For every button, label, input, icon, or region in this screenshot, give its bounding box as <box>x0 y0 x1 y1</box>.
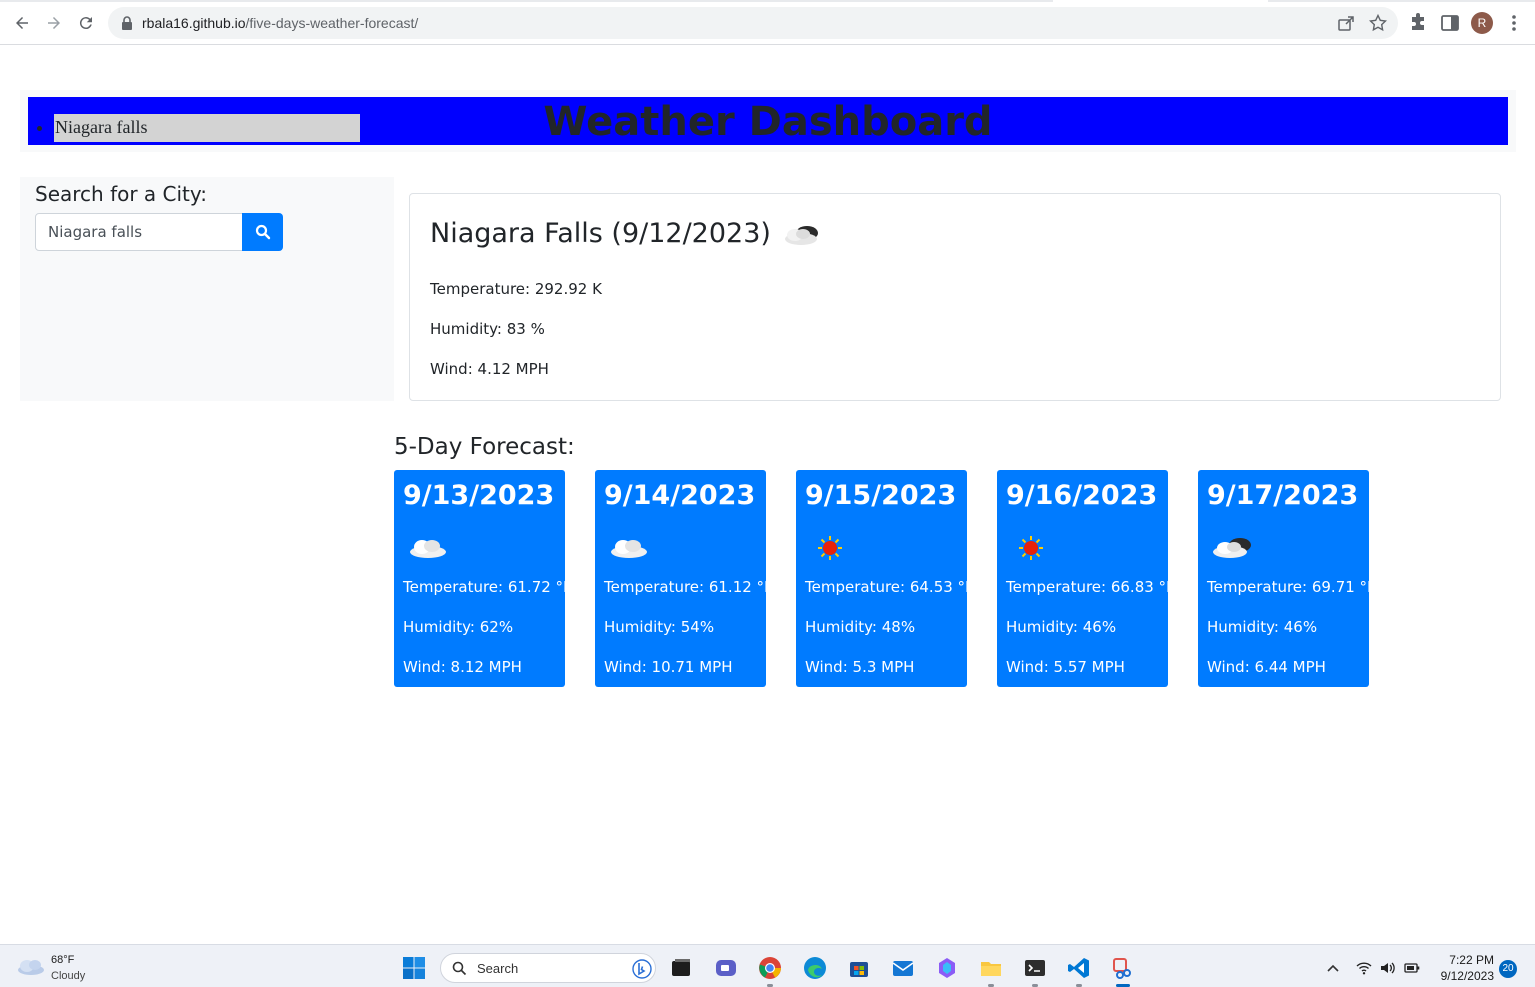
bookmark-star-icon[interactable] <box>1369 14 1387 32</box>
taskbar-weather-condition: Cloudy <box>51 970 86 982</box>
url-text: rbala16.github.io/five-days-weather-fore… <box>142 15 418 31</box>
sun-icon <box>1019 536 1043 560</box>
current-weather-card: Niagara Falls (9/12/2023) Temperature: 2… <box>409 193 1501 401</box>
bing-icon[interactable] <box>632 959 652 979</box>
address-bar[interactable]: rbala16.github.io/five-days-weather-fore… <box>108 7 1398 39</box>
notification-badge[interactable]: 20 <box>1499 960 1517 978</box>
current-weather-title: Niagara Falls (9/12/2023) <box>430 218 823 249</box>
windows-start-icon[interactable] <box>403 957 425 979</box>
cloud-icon <box>410 540 446 558</box>
forecast-wind: Wind: 8.12 MPH <box>403 658 522 676</box>
forecast-temperature: Temperature: 61.72 °F <box>403 578 572 596</box>
search-panel: Search for a City: Niagara falls <box>20 177 394 401</box>
cloud-dark-icon <box>1213 538 1251 558</box>
taskbar-search-icon <box>452 961 467 976</box>
forecast-card: 9/13/2023 Temperature: 61.72 °F Humidity… <box>394 470 572 687</box>
forecast-temperature: Temperature: 69.71 °F <box>1207 578 1376 596</box>
forecast-wind: Wind: 5.57 MPH <box>1006 658 1125 676</box>
snipping-tool-icon[interactable] <box>1111 956 1135 980</box>
forecast-card: 9/15/2023 Temperature: 64.53 °F Humidity… <box>796 470 974 687</box>
extensions-puzzle-icon[interactable] <box>1408 13 1428 33</box>
file-explorer-icon[interactable] <box>979 956 1003 980</box>
forecast-humidity: Humidity: 48% <box>805 618 916 636</box>
forecast-temperature: Temperature: 66.83 °F <box>1006 578 1175 596</box>
forecast-date: 9/13/2023 <box>403 480 555 511</box>
forecast-humidity: Humidity: 46% <box>1006 618 1117 636</box>
history-item[interactable]: Niagara falls <box>54 114 360 142</box>
forecast-date: 9/16/2023 <box>1006 480 1158 511</box>
current-city-date: Niagara Falls (9/12/2023) <box>430 218 771 249</box>
current-wind: Wind: 4.12 MPH <box>430 360 549 378</box>
forecast-date: 9/17/2023 <box>1207 480 1359 511</box>
clock-time[interactable]: 7:22 PM <box>1448 953 1494 967</box>
city-search-input[interactable]: Niagara falls <box>35 213 243 251</box>
arrow-right-icon <box>48 17 60 29</box>
forecast-humidity: Humidity: 46% <box>1207 618 1318 636</box>
taskbar: 68°F Cloudy Search 7:22 PM 9/12/2023 20 <box>0 944 1535 987</box>
teams-chat-icon[interactable] <box>714 956 738 980</box>
current-humidity: Humidity: 83 % <box>430 320 545 338</box>
wifi-icon[interactable] <box>1356 961 1372 975</box>
back-button[interactable] <box>10 11 34 35</box>
taskbar-search-label: Search <box>477 961 519 976</box>
browser-toolbar: rbala16.github.io/five-days-weather-fore… <box>0 0 1535 45</box>
search-icon <box>255 224 270 240</box>
taskbar-search-box[interactable]: Search <box>440 953 656 983</box>
volume-icon[interactable] <box>1380 961 1396 975</box>
forecast-card: 9/14/2023 Temperature: 61.12 °F Humidity… <box>595 470 773 687</box>
copilot-icon[interactable] <box>935 956 959 980</box>
taskbar-cloud-icon[interactable] <box>16 956 46 976</box>
forecast-card: 9/17/2023 Temperature: 69.71 °F Humidity… <box>1198 470 1376 687</box>
share-icon[interactable] <box>1337 14 1355 32</box>
task-view-icon[interactable] <box>669 956 693 980</box>
clock-date[interactable]: 9/12/2023 <box>1436 969 1494 983</box>
store-icon[interactable] <box>847 956 871 980</box>
search-history-list: Niagara falls <box>36 114 360 142</box>
forecast-humidity: Humidity: 54% <box>604 618 715 636</box>
chevron-up-icon[interactable] <box>1325 961 1341 975</box>
search-label: Search for a City: <box>35 182 208 206</box>
cloud-icon <box>611 540 647 558</box>
forecast-date: 9/14/2023 <box>604 480 756 511</box>
lock-icon <box>122 16 132 30</box>
forecast-wind: Wind: 10.71 MPH <box>604 658 733 676</box>
url-path: /five-days-weather-forecast/ <box>245 15 419 31</box>
forecast-wind: Wind: 6.44 MPH <box>1207 658 1326 676</box>
forecast-date: 9/15/2023 <box>805 480 957 511</box>
taskbar-weather-temp: 68°F <box>51 954 75 966</box>
cloud-sun-icon <box>784 225 818 245</box>
reload-button[interactable] <box>74 11 98 35</box>
reload-icon <box>79 17 92 30</box>
arrow-left-icon <box>16 17 28 29</box>
terminal-icon[interactable] <box>1023 956 1047 980</box>
sun-icon <box>818 536 842 560</box>
forecast-temperature: Temperature: 64.53 °F <box>805 578 974 596</box>
url-host: rbala16.github.io <box>142 15 246 31</box>
edge-icon[interactable] <box>803 956 827 980</box>
tab-strip <box>0 0 1535 3</box>
forward-button[interactable] <box>42 11 66 35</box>
search-button[interactable] <box>242 213 283 251</box>
chrome-icon[interactable] <box>758 956 782 980</box>
more-menu-icon[interactable] <box>1508 12 1520 34</box>
forecast-temperature: Temperature: 61.12 °F <box>604 578 773 596</box>
forecast-card: 9/16/2023 Temperature: 66.83 °F Humidity… <box>997 470 1175 687</box>
forecast-wind: Wind: 5.3 MPH <box>805 658 915 676</box>
forecast-title: 5-Day Forecast: <box>394 434 575 460</box>
battery-icon[interactable] <box>1404 961 1420 975</box>
vscode-icon[interactable] <box>1067 956 1091 980</box>
current-temperature: Temperature: 292.92 K <box>430 280 602 298</box>
forecast-humidity: Humidity: 62% <box>403 618 514 636</box>
profile-avatar[interactable]: R <box>1471 12 1493 34</box>
side-panel-icon[interactable] <box>1440 13 1460 33</box>
mail-icon[interactable] <box>891 956 915 980</box>
